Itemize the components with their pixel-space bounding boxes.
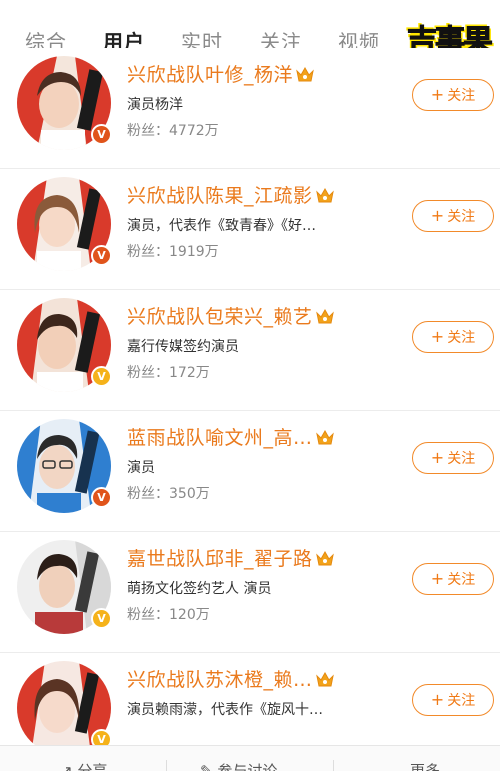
user-name[interactable]: 兴欣战队叶修_杨洋: [127, 60, 315, 87]
user-description: 嘉行传媒签约演员: [127, 339, 239, 355]
fans-count: 粉丝：172万: [127, 365, 210, 381]
user-description: 演员: [127, 460, 155, 476]
follow-button[interactable]: + 关注: [412, 79, 494, 111]
user-name[interactable]: 兴欣战队苏沐橙_赖…: [127, 665, 335, 692]
verified-badge-icon: V: [91, 487, 112, 508]
verified-badge-icon: V: [91, 608, 112, 629]
plus-icon: +: [430, 206, 445, 225]
vip-crown-icon: [315, 671, 334, 687]
vip-crown-icon: [315, 187, 334, 203]
vip-crown-icon: [296, 66, 314, 82]
user-row[interactable]: V 兴欣战队叶修_杨洋 演员杨洋 粉丝：4772万 + 关注: [0, 48, 500, 169]
plus-icon: +: [430, 85, 445, 104]
follow-button[interactable]: + 关注: [412, 684, 494, 716]
user-row[interactable]: V 嘉世战队邱非_翟子路 萌扬文化签约艺人 演员 粉丝：120万 + 关注: [0, 532, 500, 653]
search-results-screen: 综合 用户 实时 关注 视频 吉事果 电影: [0, 0, 500, 771]
follow-button[interactable]: + 关注: [412, 442, 494, 474]
user-row[interactable]: V 兴欣战队包荣兴_赖艺 嘉行传媒签约演员 粉丝：172万 + 关注: [0, 290, 500, 411]
user-description: 演员赖雨濛，代表作《旋风十…: [127, 702, 323, 718]
verified-badge-icon: V: [91, 245, 112, 266]
fans-count: 粉丝：350万: [127, 486, 210, 502]
fans-count: 粉丝：1919万: [127, 244, 219, 260]
divider: [333, 760, 334, 771]
fans-count: 粉丝：120万: [127, 607, 210, 623]
edit-icon: ✎: [200, 762, 218, 771]
fans-count: 粉丝：4772万: [127, 123, 219, 139]
discuss-button[interactable]: ✎ 参与讨论: [200, 760, 277, 771]
plus-icon: +: [430, 569, 445, 588]
user-name[interactable]: 蓝雨战队喻文州_高…: [127, 423, 335, 450]
follow-button[interactable]: + 关注: [412, 321, 494, 353]
user-description: 演员，代表作《致青春》《好…: [127, 218, 316, 234]
divider: [166, 760, 167, 771]
more-button[interactable]: 更多: [410, 760, 440, 771]
user-description: 萌扬文化签约艺人 演员: [127, 581, 272, 597]
follow-button[interactable]: + 关注: [412, 563, 494, 595]
share-icon: ↗: [60, 762, 78, 771]
user-row[interactable]: V 兴欣战队陈果_江疏影 演员，代表作《致青春》《好… 粉丝：1919万 + 关注: [0, 169, 500, 290]
bottom-action-bar: ↗ 分享 ✎ 参与讨论 更多: [0, 745, 500, 771]
vip-crown-icon: [315, 429, 334, 445]
plus-icon: +: [430, 690, 445, 709]
user-name[interactable]: 嘉世战队邱非_翟子路: [127, 544, 335, 571]
share-button[interactable]: ↗ 分享: [60, 760, 107, 771]
vip-crown-icon: [315, 550, 334, 566]
verified-badge-icon: V: [91, 366, 112, 387]
verified-badge-icon: V: [91, 124, 112, 145]
user-name[interactable]: 兴欣战队陈果_江疏影: [127, 181, 335, 208]
user-name[interactable]: 兴欣战队包荣兴_赖艺: [127, 302, 335, 329]
user-description: 演员杨洋: [127, 97, 183, 113]
plus-icon: +: [430, 327, 445, 346]
user-row[interactable]: V 蓝雨战队喻文州_高… 演员 粉丝：350万 + 关注: [0, 411, 500, 532]
plus-icon: +: [430, 448, 445, 467]
vip-crown-icon: [315, 308, 334, 324]
follow-button[interactable]: + 关注: [412, 200, 494, 232]
